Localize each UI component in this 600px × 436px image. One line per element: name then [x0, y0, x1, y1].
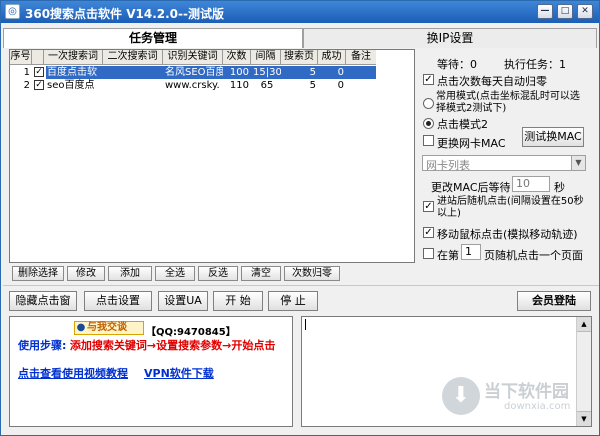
- running-task-count: 执行任务：1: [504, 58, 566, 71]
- text-cursor: [305, 319, 306, 330]
- qq-number: 【QQ:9470845】: [146, 327, 236, 338]
- log-textarea[interactable]: ⬇ 当下软件园 downxia.com: [301, 316, 592, 427]
- select-all-button[interactable]: 全选: [155, 266, 195, 281]
- col-header-interval[interactable]: 间隔: [251, 50, 281, 65]
- col-header-page[interactable]: 搜索页: [281, 50, 318, 65]
- stop-button[interactable]: 停 止: [268, 291, 318, 311]
- download-arrow-icon: ⬇: [442, 377, 480, 415]
- main-window: ◎ 360搜索点击软件 V14.2.0--测试版 — □ ✕ 任务管理 换IP设…: [0, 0, 600, 436]
- steps-text: 添加搜索关键词→设置搜索参数→开始点击: [69, 339, 276, 352]
- reset-daily-label: 点击次数每天自动归零: [437, 75, 547, 88]
- cell-count: 100: [229, 67, 249, 78]
- scroll-up-icon[interactable]: ▲: [577, 317, 591, 332]
- random-click-label: 进站后随机点击(间隔设置在50秒以上): [437, 196, 584, 219]
- cell-page: 5: [309, 80, 316, 91]
- cell-no: 2: [23, 80, 30, 91]
- page-click-prefix: 在第: [437, 249, 459, 262]
- table-row[interactable]: 2 ✓ seo百度点 www.crsky. 110 65 5 0: [10, 79, 414, 92]
- test-mac-button[interactable]: 测试换MAC: [522, 127, 584, 147]
- chat-badge[interactable]: ● 与我交谈: [74, 321, 144, 335]
- hide-click-window-button[interactable]: 隐藏点击窗: [9, 291, 77, 311]
- add-button[interactable]: 添加: [108, 266, 152, 281]
- page-click-checkbox[interactable]: [423, 248, 434, 259]
- maximize-button[interactable]: □: [557, 4, 573, 19]
- col-header-kw2[interactable]: 二次搜索词: [103, 50, 163, 65]
- col-header-success[interactable]: 成功: [318, 50, 346, 65]
- cell-kw2: [105, 79, 163, 92]
- row-checkbox[interactable]: ✓: [34, 80, 44, 90]
- mac-wait-input[interactable]: 10: [512, 176, 550, 192]
- vpn-download-link[interactable]: VPN软件下载: [144, 365, 214, 381]
- page-click-suffix: 页随机点击一个页面: [484, 249, 583, 262]
- start-button[interactable]: 开 始: [213, 291, 263, 311]
- info-panel: ● 与我交谈 【QQ:9470845】 使用步骤: 添加搜索关键词→设置搜索参数→…: [9, 316, 293, 427]
- steps-label: 使用步骤:: [18, 339, 67, 352]
- cell-note: [348, 79, 376, 92]
- delete-selected-button[interactable]: 删除选择: [12, 266, 64, 281]
- mac-wait-unit: 秒: [554, 181, 565, 194]
- col-header-kw1[interactable]: 一次搜索词: [44, 50, 103, 65]
- edit-button[interactable]: 修改: [67, 266, 105, 281]
- member-login-button[interactable]: 会员登陆: [517, 291, 591, 311]
- waiting-count: 等待：0: [437, 58, 477, 71]
- vertical-scrollbar[interactable]: ▲ ▼: [576, 317, 591, 426]
- set-ua-button[interactable]: 设置UA: [158, 291, 208, 311]
- reset-count-button[interactable]: 次数归零: [284, 266, 340, 281]
- cell-ident: www.crsky.: [165, 80, 220, 91]
- tab-ip-settings[interactable]: 换IP设置: [303, 28, 597, 48]
- chat-badge-text: 与我交谈: [87, 322, 127, 333]
- app-icon: ◎: [5, 4, 20, 19]
- page-number-input[interactable]: 1: [461, 244, 481, 260]
- scroll-down-icon[interactable]: ▼: [577, 411, 591, 426]
- mode2-label: 点击模式2: [437, 118, 488, 131]
- cell-kw2: [105, 66, 163, 79]
- cell-count: 110: [229, 80, 249, 91]
- random-click-checkbox[interactable]: ✓: [423, 201, 434, 212]
- watermark-name: 当下软件园: [484, 382, 569, 402]
- col-header-check[interactable]: [32, 50, 44, 65]
- change-mac-checkbox[interactable]: [423, 135, 434, 146]
- keyword-table[interactable]: 序号 一次搜索词 二次搜索词 识别关键词 次数 间隔 搜索页 成功 备注 1 ✓…: [9, 49, 415, 263]
- change-mac-label: 更换网卡MAC: [437, 137, 506, 150]
- tab-task-management[interactable]: 任务管理: [3, 28, 303, 48]
- chevron-down-icon[interactable]: ▼: [571, 156, 585, 170]
- video-tutorial-link[interactable]: 点击查看使用视频教程: [18, 365, 128, 381]
- reset-daily-checkbox[interactable]: ✓: [423, 74, 434, 85]
- col-header-note[interactable]: 备注: [346, 50, 376, 65]
- cell-page: 5: [309, 67, 316, 78]
- cell-interval: 15|30: [253, 67, 281, 78]
- clear-button[interactable]: 清空: [241, 266, 281, 281]
- nic-select-value: 网卡列表: [426, 159, 470, 172]
- col-header-no[interactable]: 序号: [10, 50, 32, 65]
- minimize-button[interactable]: —: [537, 4, 553, 19]
- cell-no: 1: [23, 67, 30, 78]
- cell-ident: 名风SEO百度: [165, 67, 223, 78]
- mode2-radio[interactable]: [423, 118, 434, 129]
- row-checkbox[interactable]: ✓: [34, 67, 44, 77]
- normal-mode-radio[interactable]: [423, 98, 434, 109]
- close-button[interactable]: ✕: [577, 4, 593, 19]
- mac-wait-label: 更改MAC后等待：: [431, 181, 522, 194]
- move-mouse-label: 移动鼠标点击(模拟移动轨迹): [437, 228, 578, 241]
- watermark: ⬇ 当下软件园 downxia.com: [442, 375, 590, 421]
- cell-success: 0: [337, 67, 344, 78]
- title-bar: ◎ 360搜索点击软件 V14.2.0--测试版 — □ ✕: [1, 1, 599, 23]
- watermark-url: downxia.com: [504, 401, 571, 412]
- normal-mode-label: 常用模式(点击坐标混乱时可以选择模式2测试下): [436, 91, 580, 114]
- tab-strip: 任务管理 换IP设置: [3, 28, 599, 48]
- col-header-ident[interactable]: 识别关键词: [163, 50, 223, 65]
- cell-interval: 65: [260, 80, 274, 91]
- cell-success: 0: [337, 80, 344, 91]
- cell-kw1: 百度点击软: [47, 67, 97, 78]
- window-title: 360搜索点击软件 V14.2.0--测试版: [25, 7, 224, 21]
- invert-selection-button[interactable]: 反选: [198, 266, 238, 281]
- click-settings-button[interactable]: 点击设置: [84, 291, 152, 311]
- cell-kw1: seo百度点: [47, 80, 95, 91]
- move-mouse-checkbox[interactable]: ✓: [423, 227, 434, 238]
- qq-penguin-icon: ●: [76, 322, 86, 333]
- nic-select[interactable]: 网卡列表 ▼: [422, 155, 586, 172]
- col-header-count[interactable]: 次数: [223, 50, 251, 65]
- cell-note: [348, 66, 376, 79]
- table-row[interactable]: 1 ✓ 百度点击软 名风SEO百度 100 15|30 5 0: [10, 66, 414, 79]
